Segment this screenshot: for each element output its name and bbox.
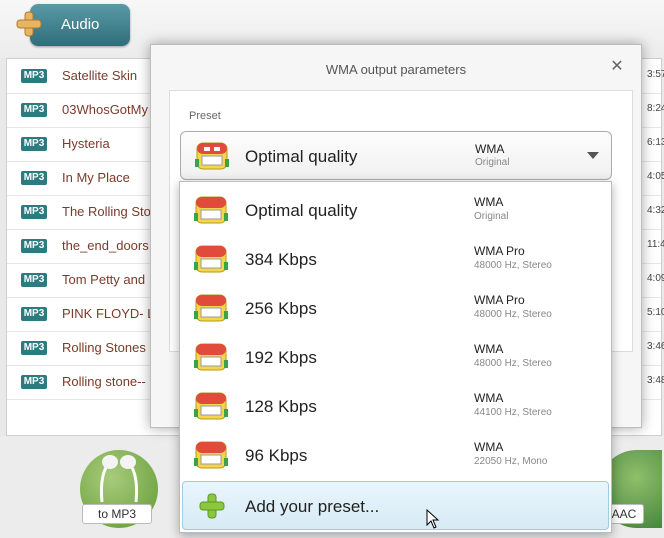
file-name: the_end_doors xyxy=(62,238,149,253)
selected-preset-sub: Original xyxy=(475,157,510,168)
wma-preset-icon xyxy=(194,196,228,224)
file-duration: 3:46 xyxy=(647,341,664,352)
preset-option-name: 384 Kbps xyxy=(245,250,317,269)
wma-preset-icon xyxy=(194,343,228,371)
file-name: Satellite Skin xyxy=(62,68,138,83)
preset-option-sub: Original xyxy=(474,211,509,222)
wma-preset-icon xyxy=(194,392,228,420)
preset-option-sub: 48000 Hz, Stereo xyxy=(474,309,552,320)
selected-preset-format: WMA xyxy=(475,142,505,156)
add-audio-label: Audio xyxy=(61,16,100,33)
file-name: Tom Petty and xyxy=(62,272,146,287)
preset-option[interactable]: 256 Kbps WMA Pro 48000 Hz, Stereo xyxy=(180,283,611,332)
preset-option-format: WMA xyxy=(474,440,504,454)
preset-option-format: WMA xyxy=(474,342,504,356)
preset-option[interactable]: 96 Kbps WMA 22050 Hz, Mono xyxy=(180,430,611,479)
file-duration: 4:09 xyxy=(647,273,664,284)
wma-preset-icon xyxy=(194,441,228,469)
selected-preset-name: Optimal quality xyxy=(245,147,358,166)
preset-option-sub: 48000 Hz, Stereo xyxy=(474,358,552,369)
preset-option[interactable]: 384 Kbps WMA Pro 48000 Hz, Stereo xyxy=(180,234,611,283)
close-icon[interactable]: ✕ xyxy=(609,59,625,75)
preset-option-sub: 48000 Hz, Stereo xyxy=(474,260,552,271)
file-name: 03WhosGotMy xyxy=(62,102,148,117)
preset-option-format: WMA Pro xyxy=(474,244,525,258)
file-name: Rolling Stones xyxy=(62,340,146,355)
preset-option-format: WMA xyxy=(474,391,504,405)
file-name: In My Place xyxy=(62,170,130,185)
preset-label: Preset xyxy=(189,110,221,122)
file-duration: 6:13 xyxy=(647,137,664,148)
file-name: Rolling stone-- xyxy=(62,374,146,389)
preset-dropdown: Optimal quality WMA Original 384 Kbps WM… xyxy=(179,181,612,533)
preset-option[interactable]: 128 Kbps WMA 44100 Hz, Stereo xyxy=(180,381,611,430)
wma-preset-icon xyxy=(194,294,228,322)
preset-option-sub: 44100 Hz, Stereo xyxy=(474,407,552,418)
add-audio-button[interactable]: Audio xyxy=(16,4,130,46)
file-duration: 3:48 xyxy=(647,375,664,386)
preset-option-sub: 22050 Hz, Mono xyxy=(474,456,548,467)
file-name: PINK FLOYD- L xyxy=(62,306,155,321)
mp3-badge: MP3 xyxy=(21,375,47,389)
mouse-cursor-icon xyxy=(426,509,440,529)
add-preset-label: Add your preset... xyxy=(245,497,380,516)
dialog-title: WMA output parameters xyxy=(325,62,467,77)
file-duration: 4:32 xyxy=(647,205,664,216)
preset-option-name: 192 Kbps xyxy=(245,348,317,367)
mp3-badge: MP3 xyxy=(21,69,47,83)
plus-icon xyxy=(16,11,42,37)
preset-select[interactable]: Optimal quality WMA Original xyxy=(180,131,612,180)
chevron-down-icon[interactable] xyxy=(587,152,599,159)
mp3-badge: MP3 xyxy=(21,273,47,287)
file-duration: 11:4 xyxy=(647,239,664,250)
wma-preset-icon xyxy=(194,245,228,273)
file-name: The Rolling Sto xyxy=(62,204,151,219)
preset-option-format: WMA Pro xyxy=(474,293,525,307)
file-duration: 4:05 xyxy=(647,171,664,182)
preset-option-name: Optimal quality xyxy=(245,201,358,220)
to-mp3-button[interactable]: to MP3 xyxy=(80,450,158,528)
file-name: Hysteria xyxy=(62,136,110,151)
mp3-badge: MP3 xyxy=(21,205,47,219)
preset-option-name: 96 Kbps xyxy=(245,446,308,465)
preset-option-format: WMA xyxy=(474,195,504,209)
mp3-badge: MP3 xyxy=(21,103,47,117)
earphones-icon xyxy=(100,455,138,503)
file-duration: 3:57 xyxy=(647,69,664,80)
mp3-badge: MP3 xyxy=(21,239,47,253)
mp3-badge: MP3 xyxy=(21,137,47,151)
to-mp3-label: to MP3 xyxy=(82,504,152,524)
add-preset-button[interactable]: Add your preset... xyxy=(182,481,609,530)
preset-option[interactable]: Optimal quality WMA Original xyxy=(180,185,611,234)
preset-option[interactable]: 192 Kbps WMA 48000 Hz, Stereo xyxy=(180,332,611,381)
mp3-badge: MP3 xyxy=(21,171,47,185)
preset-option-name: 256 Kbps xyxy=(245,299,317,318)
plus-icon xyxy=(199,493,225,519)
mp3-badge: MP3 xyxy=(21,307,47,321)
file-duration: 5:10 xyxy=(647,307,664,318)
mp3-badge: MP3 xyxy=(21,341,47,355)
preset-option-name: 128 Kbps xyxy=(245,397,317,416)
wma-preset-icon xyxy=(195,142,229,170)
file-duration: 8:24 xyxy=(647,103,664,114)
